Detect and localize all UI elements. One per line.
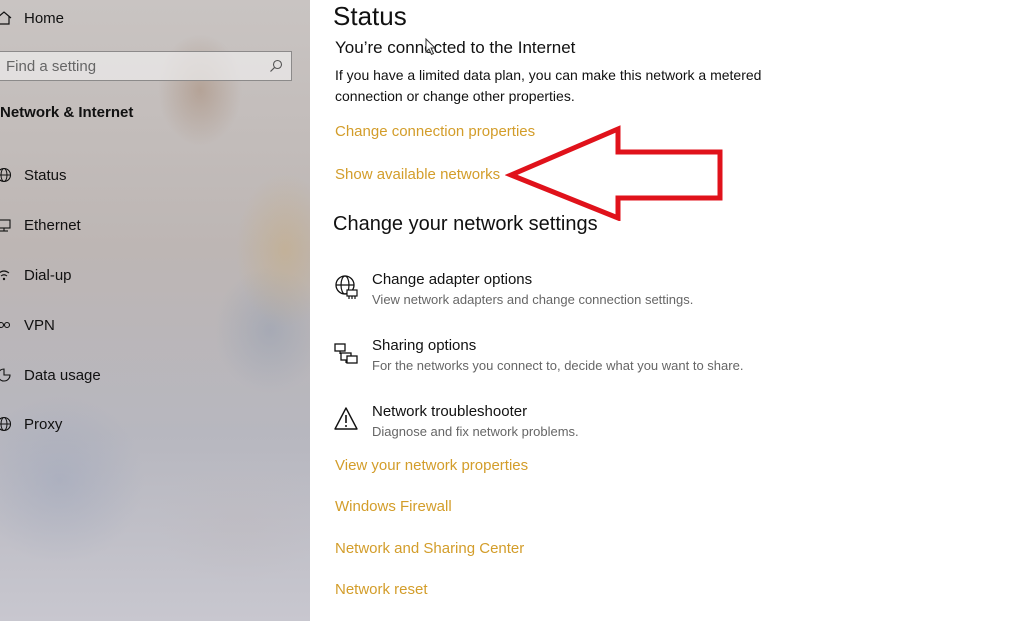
sidebar-item-label: Status xyxy=(24,166,67,184)
sharing-options[interactable]: Sharing options For the networks you con… xyxy=(333,337,743,373)
sharing-icon xyxy=(333,340,359,366)
sidebar-item-label: Proxy xyxy=(24,415,63,433)
vpn-icon xyxy=(0,317,12,333)
sidebar-item-data-usage[interactable]: Data usage xyxy=(0,363,101,387)
sidebar-section-title: Network & Internet xyxy=(0,104,134,121)
connection-status-description: If you have a limited data plan, you can… xyxy=(335,67,762,104)
mouse-cursor-icon xyxy=(425,38,437,56)
proxy-icon xyxy=(0,416,12,432)
globe-icon xyxy=(0,167,12,183)
windows-firewall-link[interactable]: Windows Firewall xyxy=(335,498,452,515)
main-content: Status You’re connected to the Internet … xyxy=(310,0,1024,621)
sidebar-item-dialup[interactable]: Dial-up xyxy=(0,263,72,287)
adapter-icon xyxy=(333,274,359,300)
option-title: Change adapter options xyxy=(372,271,533,288)
network-troubleshooter[interactable]: Network troubleshooter Diagnose and fix … xyxy=(333,403,579,439)
option-subtitle: Diagnose and fix network problems. xyxy=(372,424,579,439)
annotation-arrow-icon xyxy=(505,125,723,221)
dialup-icon xyxy=(0,267,12,283)
sidebar-item-label: Data usage xyxy=(24,366,101,384)
search-icon[interactable] xyxy=(269,59,283,73)
network-reset-link[interactable]: Network reset xyxy=(335,581,428,598)
connection-status-heading: You’re connected to the Internet xyxy=(335,38,576,57)
sidebar-item-vpn[interactable]: VPN xyxy=(0,313,55,337)
data-usage-icon xyxy=(0,367,12,383)
search-input[interactable] xyxy=(6,57,246,75)
view-network-properties-link[interactable]: View your network properties xyxy=(335,457,528,474)
option-subtitle: For the networks you connect to, decide … xyxy=(372,358,744,373)
network-sharing-center-link[interactable]: Network and Sharing Center xyxy=(335,540,524,557)
option-subtitle: View network adapters and change connect… xyxy=(372,292,694,307)
sidebar-item-label: Dial-up xyxy=(24,266,72,284)
sidebar-item-label: Ethernet xyxy=(24,216,81,234)
sidebar-item-label: Home xyxy=(24,9,65,27)
sidebar-item-ethernet[interactable]: Ethernet xyxy=(0,213,81,237)
option-title: Sharing options xyxy=(372,337,477,354)
page-title: Status xyxy=(333,1,407,31)
sidebar-item-status[interactable]: Status xyxy=(0,163,67,187)
warning-icon xyxy=(333,406,359,432)
sidebar-item-proxy[interactable]: Proxy xyxy=(0,412,62,436)
sidebar-item-home[interactable]: Home xyxy=(0,6,64,30)
sidebar: Home Network & Internet Status Ethernet … xyxy=(0,0,310,621)
show-available-networks-link[interactable]: Show available networks xyxy=(335,166,500,183)
change-adapter-options[interactable]: Change adapter options View network adap… xyxy=(333,271,693,307)
search-field[interactable] xyxy=(0,51,292,81)
ethernet-icon xyxy=(0,217,12,233)
home-icon xyxy=(0,10,12,26)
sidebar-item-label: VPN xyxy=(24,316,55,334)
option-title: Network troubleshooter xyxy=(372,403,528,420)
